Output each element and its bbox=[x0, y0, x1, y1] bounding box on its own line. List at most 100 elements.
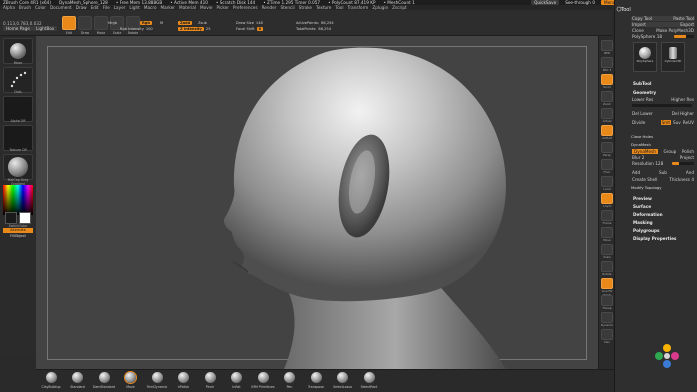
add-button[interactable]: Add bbox=[632, 170, 640, 175]
modify-topology-section[interactable]: Modify Topology bbox=[631, 185, 662, 190]
tool-slider-row[interactable]: PolySphere 18 bbox=[631, 34, 695, 39]
brush-pinch[interactable]: Pinch bbox=[197, 372, 223, 389]
section-masking[interactable]: Masking bbox=[633, 220, 653, 225]
view-button-aahalf[interactable] bbox=[601, 125, 613, 136]
mrgb-toggle[interactable]: Mrgb bbox=[108, 21, 117, 25]
view-button-move[interactable] bbox=[601, 227, 613, 238]
geometry-header[interactable]: Geometry bbox=[633, 90, 656, 95]
view-button-floor[interactable] bbox=[601, 159, 613, 170]
copy-tool-button[interactable]: Copy Tool bbox=[632, 16, 652, 21]
create-shell-button[interactable]: Create Shell bbox=[632, 177, 657, 182]
view-button-scale[interactable] bbox=[601, 244, 613, 255]
zsub-toggle[interactable]: Zsub bbox=[198, 21, 207, 25]
import-button[interactable]: Import bbox=[632, 22, 646, 27]
divide-button[interactable]: Divide bbox=[632, 120, 645, 125]
section-display-properties[interactable]: Display Properties bbox=[633, 236, 676, 241]
rgb-toggle[interactable]: Rgb bbox=[140, 21, 152, 25]
view-button-scroll[interactable] bbox=[601, 74, 613, 85]
section-surface[interactable]: Surface bbox=[633, 204, 651, 209]
blur-slider[interactable]: Blur 2 bbox=[632, 155, 644, 160]
close-holes-button[interactable]: Close Holes bbox=[631, 134, 653, 139]
material-button[interactable] bbox=[3, 154, 33, 180]
group-toggle[interactable]: Group bbox=[664, 149, 677, 154]
del-higher-button[interactable]: Del Higher bbox=[672, 111, 694, 116]
higher-res-button[interactable]: Higher Res bbox=[671, 97, 694, 102]
brush-inflat[interactable]: Inflat bbox=[224, 372, 250, 389]
view-button-line-fill-polyf[interactable] bbox=[601, 278, 613, 289]
make-polymesh-button[interactable]: Make PolyMesh3D bbox=[656, 28, 694, 33]
view-button-zoom[interactable] bbox=[601, 91, 613, 102]
brush-pen[interactable]: Pen bbox=[277, 372, 303, 389]
move-button[interactable] bbox=[94, 16, 108, 30]
dynamesh-button[interactable]: DynaMesh bbox=[632, 149, 658, 154]
resolution-row[interactable]: Resolution 128 bbox=[631, 161, 695, 166]
color-picker[interactable] bbox=[3, 185, 33, 215]
rgb-intensity-slider[interactable]: Rgb Intensity 100 bbox=[120, 27, 172, 31]
brush-selectlasso[interactable]: SelectLasso bbox=[330, 372, 356, 389]
viewport-canvas[interactable] bbox=[36, 36, 598, 369]
boolean-row: Add Sub And bbox=[631, 170, 695, 175]
brush-standard[interactable]: Standard bbox=[65, 372, 91, 389]
fill-object-button[interactable]: FillObject bbox=[3, 234, 33, 239]
project-toggle[interactable]: Project bbox=[680, 155, 694, 160]
view-button-solo[interactable] bbox=[601, 329, 613, 340]
brush-imm-primitives[interactable]: IMM Primitives bbox=[250, 372, 276, 389]
polish-toggle[interactable]: Polish bbox=[682, 149, 694, 154]
view-button-dynamic[interactable] bbox=[601, 312, 613, 323]
view-button-rotate[interactable] bbox=[601, 261, 613, 272]
brush-label: Standard bbox=[70, 385, 85, 389]
view-button-l-sym[interactable] bbox=[601, 193, 613, 204]
dynamesh-section[interactable]: DynaMesh bbox=[631, 142, 651, 147]
view-button-spix-3[interactable] bbox=[601, 57, 613, 68]
sub-button[interactable]: Sub bbox=[659, 170, 667, 175]
del-lower-button[interactable]: Del Lower bbox=[632, 111, 653, 116]
copy-paste-row: Copy Tool Paste Tool bbox=[631, 16, 695, 21]
brush-damstandard[interactable]: DamStandard bbox=[91, 372, 117, 389]
brush-label: ClayBuildup bbox=[41, 385, 61, 389]
view-button-bpr[interactable] bbox=[601, 40, 613, 51]
brush-move[interactable]: Move bbox=[118, 372, 144, 389]
brush-claybuildup[interactable]: ClayBuildup bbox=[38, 372, 64, 389]
draw-button[interactable] bbox=[78, 16, 92, 30]
lightbox-button[interactable]: LightBox bbox=[33, 26, 58, 31]
home-page-button[interactable]: Home Page bbox=[3, 26, 33, 31]
secondary-color-swatch[interactable] bbox=[5, 212, 17, 224]
m-toggle[interactable]: M bbox=[160, 21, 163, 25]
subtool-header[interactable]: SubTool bbox=[633, 81, 651, 86]
alternate-button[interactable]: Alternate bbox=[3, 228, 33, 233]
clone-button[interactable]: Clone bbox=[632, 28, 644, 33]
smt-toggle[interactable]: Smt bbox=[660, 120, 671, 125]
export-button[interactable]: Export bbox=[680, 22, 694, 27]
draw-size-slider[interactable]: Draw Size 148 bbox=[236, 21, 292, 25]
view-button-local[interactable] bbox=[601, 176, 613, 187]
z-intensity-slider[interactable]: Z Intensity 25 bbox=[178, 27, 228, 31]
view-button-actual[interactable] bbox=[601, 108, 613, 119]
paste-tool-button[interactable]: Paste Tool bbox=[673, 16, 694, 21]
focal-shift-slider[interactable]: Focal Shift 0 bbox=[236, 27, 292, 31]
view-button-label: AAHalf bbox=[602, 136, 612, 140]
head-sculpt[interactable] bbox=[36, 36, 598, 369]
brush-transpose[interactable]: Transpose bbox=[303, 372, 329, 389]
edit-button[interactable] bbox=[62, 16, 76, 30]
brush-trimdynamic[interactable]: TrimDynamic bbox=[144, 372, 170, 389]
zadd-toggle[interactable]: Zadd bbox=[178, 21, 193, 25]
primary-color-swatch[interactable] bbox=[19, 212, 31, 224]
brush-hpolish[interactable]: hPolish bbox=[171, 372, 197, 389]
lower-res-button[interactable]: Lower Res bbox=[632, 97, 653, 102]
cylinder-thumb[interactable]: Cylinder3D bbox=[661, 42, 685, 72]
view-button-label: Zoom bbox=[602, 102, 612, 106]
section-deformation[interactable]: Deformation bbox=[633, 212, 663, 217]
and-button[interactable]: And bbox=[686, 170, 694, 175]
brush-selectrect[interactable]: SelectRect bbox=[356, 372, 382, 389]
view-button-transp[interactable] bbox=[601, 295, 613, 306]
suv-toggle[interactable]: Suv bbox=[673, 120, 681, 125]
section-polygroups[interactable]: Polygroups bbox=[633, 228, 660, 233]
view-button-frame[interactable] bbox=[601, 210, 613, 221]
view-button-persp[interactable] bbox=[601, 142, 613, 153]
section-preview[interactable]: Preview bbox=[633, 196, 652, 201]
alpha-label: Alpha Off bbox=[10, 119, 26, 123]
polysphere-thumb[interactable]: PolySphere bbox=[633, 42, 657, 72]
view-button-label: L.Sym bbox=[602, 204, 612, 208]
thickness-slider[interactable]: Thickness 4 bbox=[669, 177, 694, 182]
reuv-toggle[interactable]: ReUV bbox=[683, 120, 694, 125]
